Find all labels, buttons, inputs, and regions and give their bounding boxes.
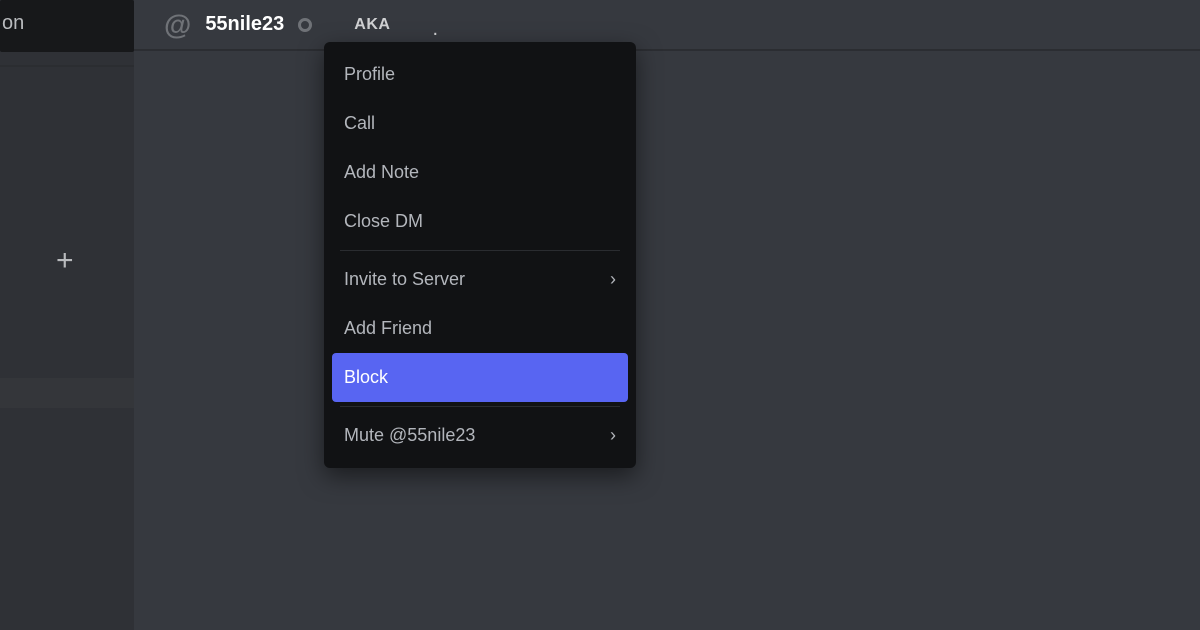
dm-username[interactable]: 55nile23 xyxy=(205,13,284,36)
add-server-button[interactable]: + xyxy=(56,246,74,276)
menu-item-block[interactable]: Block xyxy=(332,353,628,402)
menu-item-mute[interactable]: Mute @55nile23 › xyxy=(332,411,628,460)
menu-item-label: Invite to Server xyxy=(344,269,465,290)
rail-divider xyxy=(0,65,134,67)
text-fragment: on xyxy=(0,12,24,35)
menu-item-add-friend[interactable]: Add Friend xyxy=(332,304,628,353)
rail-highlight-strip xyxy=(0,378,134,408)
user-context-menu: Profile Call Add Note Close DM Invite to… xyxy=(324,42,636,468)
menu-item-label: Add Note xyxy=(344,162,419,183)
dm-header: @ 55nile23 AKA . xyxy=(134,0,1200,50)
menu-item-label: Call xyxy=(344,113,375,134)
chevron-right-icon: › xyxy=(610,425,616,446)
menu-item-invite-server[interactable]: Invite to Server › xyxy=(332,255,628,304)
menu-item-label: Profile xyxy=(344,64,395,85)
menu-separator xyxy=(340,406,620,407)
menu-separator xyxy=(340,250,620,251)
menu-item-call[interactable]: Call xyxy=(332,99,628,148)
menu-item-label: Mute @55nile23 xyxy=(344,425,475,446)
menu-item-label: Close DM xyxy=(344,211,423,232)
aka-label: AKA xyxy=(354,16,390,34)
menu-item-label: Block xyxy=(344,367,388,388)
menu-item-label: Add Friend xyxy=(344,318,432,339)
aka-dot: . xyxy=(432,18,438,41)
menu-item-close-dm[interactable]: Close DM xyxy=(332,197,628,246)
chevron-right-icon: › xyxy=(610,269,616,290)
menu-item-add-note[interactable]: Add Note xyxy=(332,148,628,197)
menu-item-profile[interactable]: Profile xyxy=(332,50,628,99)
server-rail-header: on xyxy=(0,0,134,52)
at-icon: @ xyxy=(164,9,191,41)
server-rail: on + xyxy=(0,0,134,630)
status-offline-icon xyxy=(298,18,312,32)
